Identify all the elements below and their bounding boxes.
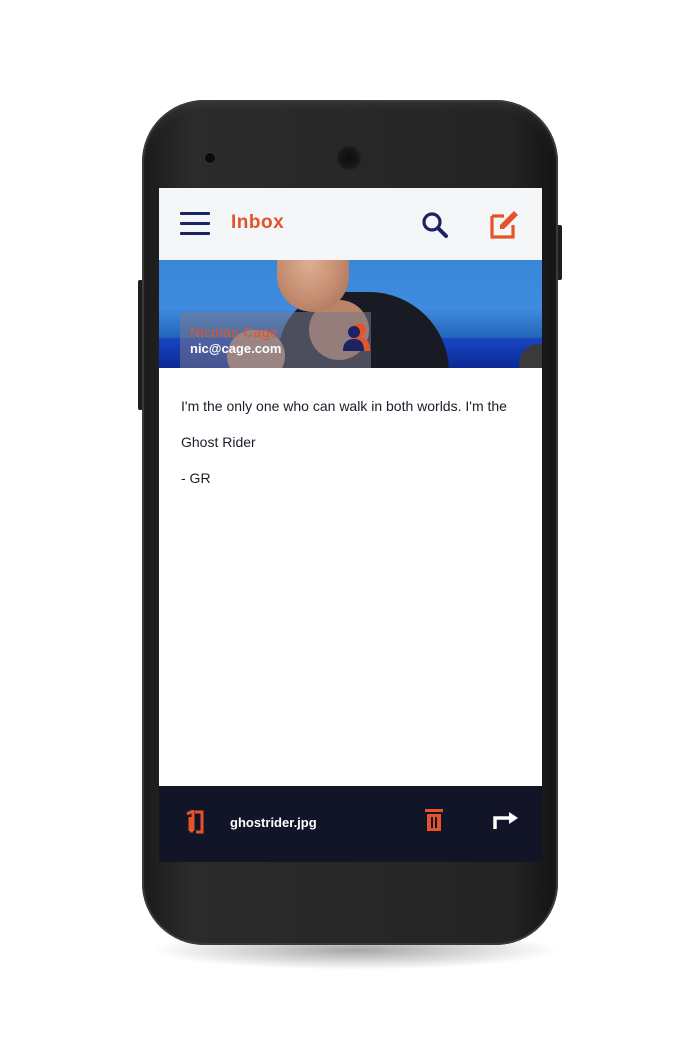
front-camera xyxy=(205,153,215,163)
hamburger-menu-icon[interactable] xyxy=(180,212,210,236)
trash-icon[interactable] xyxy=(425,808,443,832)
person-icon[interactable] xyxy=(342,322,370,352)
app-bar: Inbox xyxy=(159,188,542,260)
sender-email: nic@cage.com xyxy=(190,341,282,356)
bottom-action-bar: ghostrider.jpg xyxy=(159,786,542,862)
sender-name: Nicolas Cage xyxy=(190,324,279,340)
phone-screen: Inbox Nicolas Cage nic@cage.com I'm the … xyxy=(159,188,542,862)
earpiece-speaker xyxy=(337,146,361,170)
sender-header-image: Nicolas Cage nic@cage.com xyxy=(159,260,542,368)
attachment-name[interactable]: ghostrider.jpg xyxy=(230,815,317,830)
attachment-icon[interactable] xyxy=(186,810,204,834)
compose-icon[interactable] xyxy=(489,210,519,240)
message-line: Ghost Rider xyxy=(181,434,256,450)
message-line: I'm the only one who can walk in both wo… xyxy=(181,398,507,414)
page-title: Inbox xyxy=(231,212,285,233)
search-icon[interactable] xyxy=(420,210,450,240)
forward-arrow-icon[interactable] xyxy=(493,810,519,830)
device-stage: Inbox Nicolas Cage nic@cage.com I'm the … xyxy=(0,0,700,1050)
sender-card[interactable]: Nicolas Cage nic@cage.com xyxy=(180,312,371,368)
message-signature: - GR xyxy=(181,470,211,486)
